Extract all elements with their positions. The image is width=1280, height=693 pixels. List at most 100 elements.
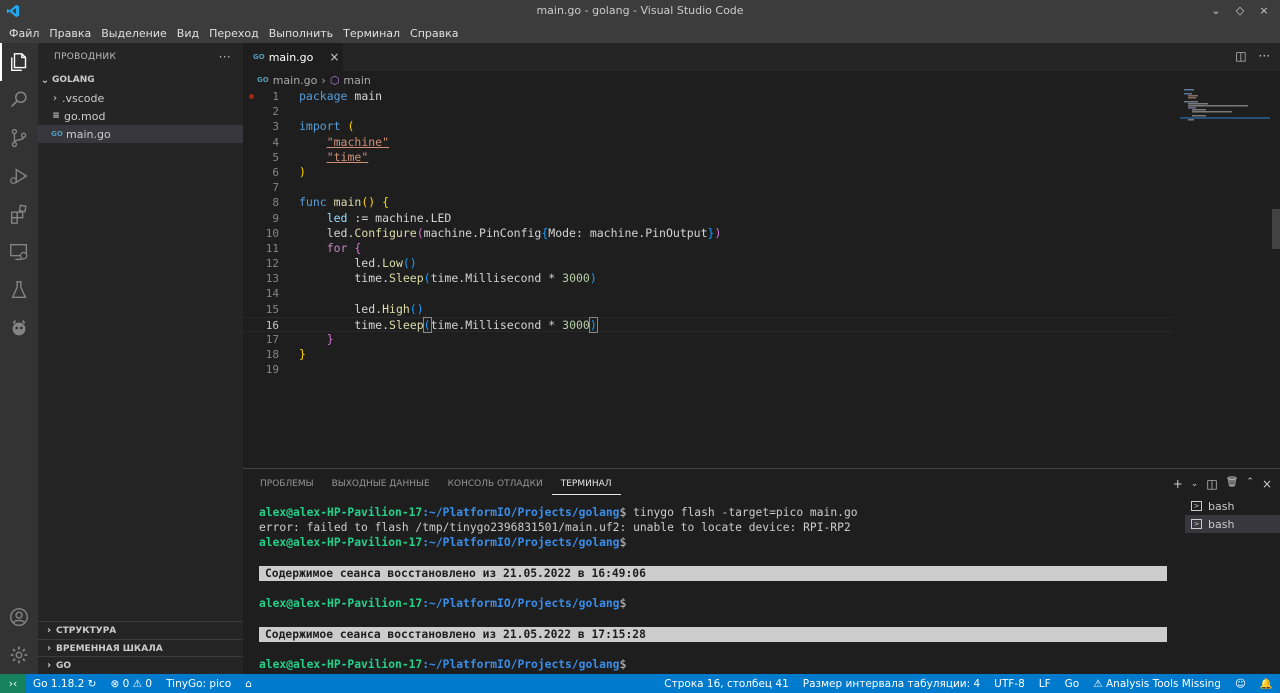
platformio-icon[interactable] bbox=[0, 309, 38, 347]
code-line: 15 led.High() bbox=[243, 302, 1173, 317]
go-version[interactable]: Go 1.18.2 ↻ bbox=[26, 678, 103, 690]
minimize-icon[interactable]: ⌄ bbox=[1208, 3, 1224, 19]
terminal-item-bash[interactable]: > bash bbox=[1185, 515, 1280, 533]
notifications-bell-icon[interactable]: 🔔 bbox=[1253, 677, 1280, 690]
menu-selection[interactable]: Выделение bbox=[96, 27, 172, 40]
terminal-item-label: bash bbox=[1208, 517, 1235, 531]
prompt-user: alex@alex-HP-Pavilion-17 bbox=[259, 536, 423, 550]
maximize-panel-icon[interactable]: ⌃ bbox=[1246, 477, 1254, 491]
code-line: 17 } bbox=[243, 332, 1173, 347]
window-title: main.go - golang - Visual Studio Code bbox=[536, 4, 744, 17]
menu-view[interactable]: Вид bbox=[172, 27, 204, 40]
tree-item-label: go.mod bbox=[64, 109, 106, 123]
line-number: 8 bbox=[272, 196, 279, 210]
search-icon[interactable] bbox=[0, 81, 38, 119]
terminal-icon: > bbox=[1191, 501, 1202, 511]
section-outline[interactable]: › СТРУКТУРА bbox=[38, 621, 243, 639]
line-number: 4 bbox=[272, 135, 279, 149]
menu-file[interactable]: Файл bbox=[4, 27, 44, 40]
encoding[interactable]: UTF-8 bbox=[987, 678, 1032, 690]
section-go[interactable]: › GO bbox=[38, 656, 243, 674]
end-of-line[interactable]: LF bbox=[1032, 678, 1058, 690]
menu-terminal[interactable]: Терминал bbox=[338, 27, 405, 40]
close-panel-icon[interactable]: × bbox=[1262, 477, 1272, 491]
maximize-icon[interactable]: ◇ bbox=[1232, 3, 1248, 19]
breadcrumb-file[interactable]: main.go bbox=[273, 74, 318, 87]
code-editor[interactable]: 1 package main 2 3 import ( 4 "machine" 5 … bbox=[243, 89, 1173, 378]
terminal-output[interactable]: alex@alex-HP-Pavilion-17:~/PlatformIO/Pr… bbox=[259, 505, 1169, 672]
feedback-icon[interactable]: ☺ bbox=[1228, 678, 1253, 690]
remote-explorer-icon[interactable] bbox=[0, 233, 38, 271]
tab-label: main.go bbox=[268, 50, 314, 64]
section-label: ВРЕМЕННАЯ ШКАЛА bbox=[56, 643, 163, 654]
kill-terminal-icon[interactable]: 🗑 bbox=[1226, 477, 1239, 491]
tree-item-maingo[interactable]: GO main.go bbox=[38, 125, 243, 143]
chevron-right-icon: › bbox=[46, 643, 52, 654]
terminal-line: alex@alex-HP-Pavilion-17:~/PlatformIO/Pr… bbox=[259, 535, 1169, 550]
code-line: 7 bbox=[243, 180, 1173, 195]
platformio-home-icon[interactable]: ⌂ bbox=[238, 678, 259, 690]
explorer-sidebar: ПРОВОДНИК ··· ⌄ GOLANG › .vscode ≡ go.mo… bbox=[38, 43, 243, 674]
tinygo-target[interactable]: TinyGo: pico bbox=[159, 678, 238, 690]
analysis-tools-status[interactable]: ⚠ Analysis Tools Missing bbox=[1086, 678, 1228, 690]
remote-indicator-icon[interactable]: ›‹ bbox=[0, 674, 26, 693]
prompt-symbol: $ bbox=[619, 657, 627, 671]
tree-item-gomod[interactable]: ≡ go.mod bbox=[38, 107, 243, 125]
go-file-icon: GO bbox=[257, 76, 269, 84]
close-window-icon[interactable]: × bbox=[1256, 3, 1272, 19]
code-line: 4 "machine" bbox=[243, 135, 1173, 150]
tab-debug-console[interactable]: КОНСОЛЬ ОТЛАДКИ bbox=[439, 477, 552, 495]
bottom-panel: ПРОБЛЕМЫ ВЫХОДНЫЕ ДАННЫЕ КОНСОЛЬ ОТЛАДКИ… bbox=[243, 468, 1280, 674]
prompt-path: :~/PlatformIO/Projects/golang bbox=[422, 657, 620, 671]
split-terminal-icon[interactable]: ◫ bbox=[1206, 477, 1217, 491]
problems-counter[interactable]: ⊗ 0 ⚠ 0 bbox=[103, 678, 159, 690]
breadcrumb: GO main.go › ⬡ main bbox=[257, 72, 371, 88]
file-lines-icon: ≡ bbox=[52, 111, 60, 121]
line-number: 14 bbox=[265, 287, 279, 301]
menu-edit[interactable]: Правка bbox=[44, 27, 96, 40]
explorer-icon[interactable] bbox=[0, 43, 38, 81]
prompt-user: alex@alex-HP-Pavilion-17 bbox=[259, 506, 423, 519]
prompt-path: :~/PlatformIO/Projects/golang bbox=[422, 536, 620, 550]
terminal-command: tinygo flash -target=pico main.go bbox=[626, 506, 858, 519]
tab-output[interactable]: ВЫХОДНЫЕ ДАННЫЕ bbox=[323, 477, 439, 495]
menu-go[interactable]: Переход bbox=[204, 27, 264, 40]
close-icon[interactable]: × bbox=[329, 50, 339, 64]
split-editor-icon[interactable]: ◫ bbox=[1235, 49, 1246, 63]
minimap[interactable] bbox=[1180, 89, 1270, 169]
tree-item-vscode[interactable]: › .vscode bbox=[38, 89, 243, 107]
prompt-symbol: $ bbox=[619, 597, 627, 611]
language-mode[interactable]: Go bbox=[1058, 678, 1087, 690]
new-terminal-icon[interactable]: + bbox=[1173, 477, 1183, 491]
menu-help[interactable]: Справка bbox=[405, 27, 463, 40]
more-actions-icon[interactable]: ··· bbox=[1259, 49, 1270, 63]
more-actions-icon[interactable]: ··· bbox=[219, 50, 231, 64]
sync-icon: ↻ bbox=[87, 677, 97, 690]
tree-item-label: .vscode bbox=[62, 91, 105, 105]
account-icon[interactable] bbox=[0, 598, 38, 636]
line-number: 18 bbox=[265, 348, 279, 362]
line-number: 1 bbox=[272, 90, 279, 103]
tab-main-go[interactable]: GO main.go × bbox=[243, 43, 343, 71]
line-number: 6 bbox=[272, 165, 279, 179]
editor-scrollbar[interactable] bbox=[1272, 71, 1280, 468]
code-line-current: 16 time.Sleep(time.Millisecond * 3000) bbox=[243, 316, 1173, 333]
folder-golang[interactable]: ⌄ GOLANG bbox=[38, 71, 243, 89]
terminal-item-bash[interactable]: > bash bbox=[1185, 497, 1280, 515]
settings-gear-icon[interactable] bbox=[0, 636, 38, 674]
tab-terminal[interactable]: ТЕРМИНАЛ bbox=[551, 477, 621, 495]
code-line: 13 time.Sleep(time.Millisecond * 3000) bbox=[243, 271, 1173, 286]
chevron-down-icon[interactable]: ⌄ bbox=[1191, 477, 1199, 491]
source-control-icon[interactable] bbox=[0, 119, 38, 157]
breadcrumb-symbol[interactable]: main bbox=[343, 74, 370, 87]
extensions-icon[interactable] bbox=[0, 195, 38, 233]
menu-run[interactable]: Выполнить bbox=[264, 27, 338, 40]
cursor-position[interactable]: Строка 16, столбец 41 bbox=[657, 678, 796, 690]
tab-problems[interactable]: ПРОБЛЕМЫ bbox=[251, 477, 323, 495]
run-debug-icon[interactable] bbox=[0, 157, 38, 195]
section-timeline[interactable]: › ВРЕМЕННАЯ ШКАЛА bbox=[38, 639, 243, 657]
indentation[interactable]: Размер интервала табуляции: 4 bbox=[796, 678, 987, 690]
code-line: 8 func main() { bbox=[243, 195, 1173, 210]
testing-icon[interactable] bbox=[0, 271, 38, 309]
prompt-symbol: $ bbox=[619, 536, 627, 550]
